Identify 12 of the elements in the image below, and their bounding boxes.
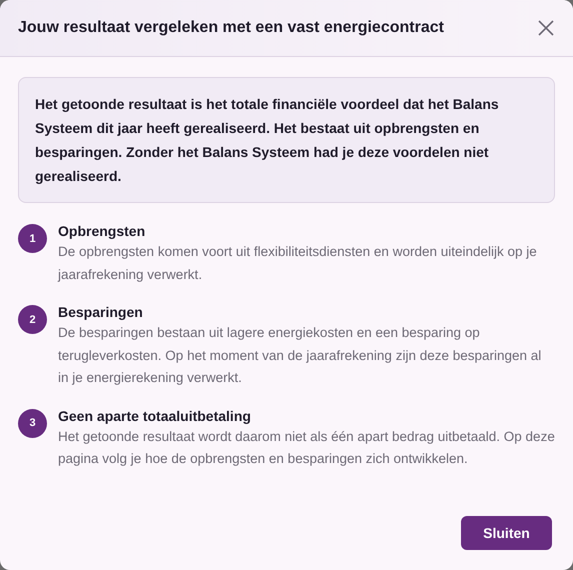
step-title: Besparingen	[58, 303, 144, 322]
step-description: De besparingen bestaan uit lagere energiekosten en een besparing op terugleverkosten. Op het moment van de jaarafrekening zijn deze besparingen al in je energierekening verwerkt.	[58, 324, 542, 387]
step-title: Geen aparte totaaluitbetaling	[58, 406, 252, 426]
step-title: Opbrengsten	[58, 222, 146, 241]
dialog-title: Jouw resultaat vergeleken met een vast energiecontract	[18, 19, 444, 37]
step-number: 2	[18, 305, 47, 334]
info-text: Het getoonde resultaat is het totale financiële voordeel dat het Balans Systeem dit jaar heeft gerealiseerd. Het bestaat uit opbrengsten en besparingen. Zonder het Balans Systeem had je deze voordelen niet gerealiseerd.	[18, 77, 555, 203]
close-dialog-button[interactable]: Sluiten	[461, 516, 552, 550]
step-number: 3	[18, 408, 47, 438]
step-description: De opbrengsten komen voort uit flexibiliteitsdiensten en worden uiteindelijk op je jaarafrekening verwerkt.	[58, 243, 538, 284]
step-description: Het getoonde resultaat wordt daarom niet als één apart bedrag uitbetaald. Op deze pagina volg je hoe de opbrengsten en besparingen zich ontwikkelen.	[58, 428, 555, 468]
step-number: 1	[18, 224, 47, 253]
